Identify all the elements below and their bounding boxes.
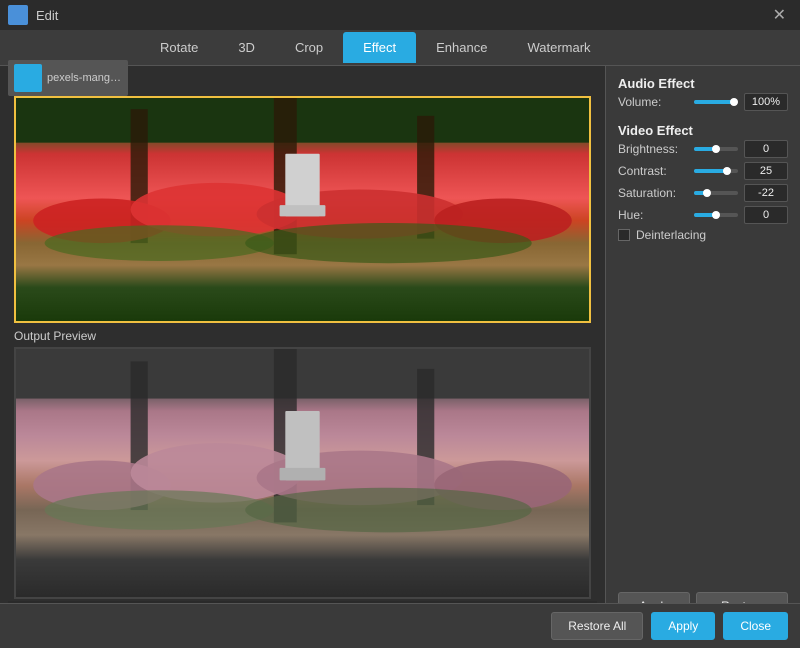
title-bar: Edit ✕ — [0, 0, 800, 30]
brightness-control-row: Brightness: — [618, 140, 788, 158]
volume-slider-fill — [694, 100, 734, 104]
restore-all-button[interactable]: Restore All — [551, 612, 643, 640]
output-preview-section: Output Preview — [8, 325, 597, 601]
brightness-value-input[interactable] — [744, 140, 788, 158]
output-video-frame — [16, 349, 589, 597]
hue-slider-thumb[interactable] — [712, 211, 720, 219]
original-video-frame — [16, 98, 589, 321]
saturation-slider[interactable] — [694, 191, 738, 195]
audio-effect-title: Audio Effect — [618, 76, 788, 91]
tab-3d[interactable]: 3D — [218, 32, 275, 63]
output-preview-label: Output Preview — [14, 329, 591, 343]
output-scene-svg — [16, 349, 589, 597]
volume-slider[interactable] — [694, 100, 738, 104]
tab-effect[interactable]: Effect — [343, 32, 416, 63]
original-preview-video — [14, 96, 591, 323]
saturation-control-row: Saturation: — [618, 184, 788, 202]
contrast-value-input[interactable] — [744, 162, 788, 180]
brightness-label: Brightness: — [618, 142, 688, 156]
contrast-slider-thumb[interactable] — [723, 167, 731, 175]
brightness-slider-thumb[interactable] — [712, 145, 720, 153]
right-panel: Audio Effect Volume: Video Effect Bright… — [605, 66, 800, 648]
deinterlacing-row: Deinterlacing — [618, 228, 788, 242]
audio-effect-section: Audio Effect Volume: — [618, 76, 788, 115]
app-icon — [8, 5, 28, 25]
video-effect-section: Video Effect Brightness: Contrast: — [618, 123, 788, 242]
tab-rotate[interactable]: Rotate — [140, 32, 218, 63]
brightness-slider[interactable] — [694, 147, 738, 151]
title-bar-left: Edit — [8, 5, 58, 25]
contrast-control-row: Contrast: — [618, 162, 788, 180]
tab-watermark[interactable]: Watermark — [507, 32, 610, 63]
title-bar-text: Edit — [36, 8, 58, 23]
volume-control-row: Volume: — [618, 93, 788, 111]
file-name: pexels-mang-... — [47, 72, 122, 84]
hue-value-input[interactable] — [744, 206, 788, 224]
hue-control-row: Hue: — [618, 206, 788, 224]
bottom-action-bar: Restore All Apply Close — [0, 603, 800, 648]
apply-button[interactable]: Apply — [651, 612, 715, 640]
saturation-label: Saturation: — [618, 186, 688, 200]
close-dialog-button[interactable]: Close — [723, 612, 788, 640]
window-close-button[interactable]: ✕ — [767, 3, 792, 27]
original-preview-section: Original Preview — [8, 74, 597, 325]
saturation-value-input[interactable] — [744, 184, 788, 202]
deinterlacing-checkbox[interactable] — [618, 229, 630, 241]
volume-label: Volume: — [618, 95, 688, 109]
video-effect-title: Video Effect — [618, 123, 788, 138]
video-sections: Original Preview — [8, 74, 597, 601]
saturation-slider-thumb[interactable] — [703, 189, 711, 197]
output-preview-video — [14, 347, 591, 599]
hue-slider[interactable] — [694, 213, 738, 217]
volume-value-input[interactable] — [744, 93, 788, 111]
deinterlacing-label: Deinterlacing — [636, 228, 706, 242]
file-thumbnail[interactable]: pexels-mang-... — [8, 60, 128, 96]
thumbnail-image — [14, 64, 42, 92]
contrast-slider[interactable] — [694, 169, 738, 173]
main-content: Original Preview — [0, 66, 800, 648]
volume-slider-thumb[interactable] — [730, 98, 738, 106]
right-panel-spacer — [618, 250, 788, 584]
hue-label: Hue: — [618, 208, 688, 222]
video-panel: Original Preview — [0, 66, 605, 648]
original-scene-svg — [16, 98, 589, 321]
tab-enhance[interactable]: Enhance — [416, 32, 507, 63]
tab-crop[interactable]: Crop — [275, 32, 343, 63]
contrast-label: Contrast: — [618, 164, 688, 178]
